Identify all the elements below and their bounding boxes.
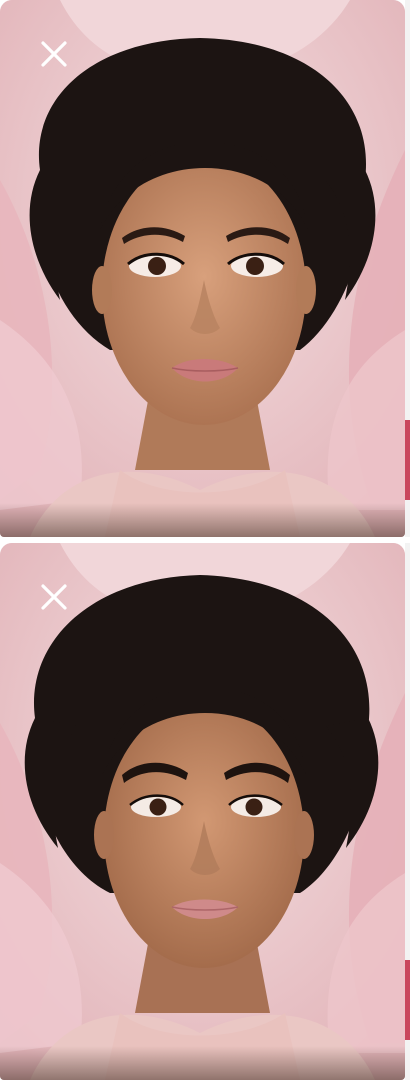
edge-accent — [405, 960, 410, 1040]
portrait-image — [0, 543, 405, 1080]
close-icon — [41, 584, 67, 610]
close-icon — [41, 41, 67, 67]
bottom-shade — [0, 503, 405, 537]
portrait-image — [0, 0, 405, 537]
close-button[interactable] — [34, 34, 74, 74]
edge-accent — [405, 420, 410, 500]
bottom-shade — [0, 1046, 405, 1080]
portrait-panel-top — [0, 0, 405, 537]
image-comparison-viewer — [0, 0, 410, 1080]
portrait-panel-bottom — [0, 543, 405, 1080]
close-button[interactable] — [34, 577, 74, 617]
